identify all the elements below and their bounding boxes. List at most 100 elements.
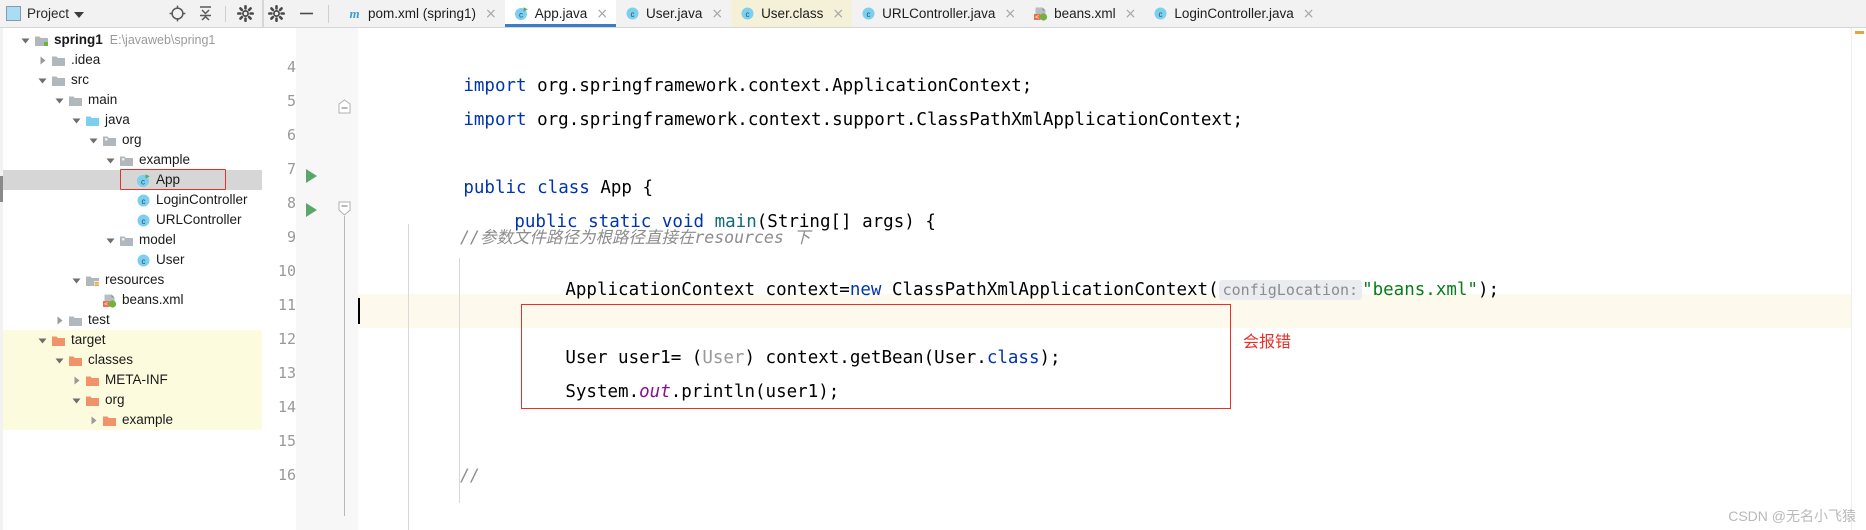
tab-urlcontroller-java[interactable]: c URLController.java × — [852, 0, 1024, 27]
chevron-down-icon[interactable] — [105, 235, 116, 246]
top-bar: Project m pom.xml (spring1) × c App.java… — [0, 0, 1866, 28]
chevron-down-icon[interactable] — [105, 155, 116, 166]
tree-node-model[interactable]: model — [3, 230, 262, 250]
project-tree[interactable]: spring1 E:\javaweb\spring1 .idea src main jav… — [0, 28, 262, 530]
code-text: org.springframework.context.ApplicationC… — [526, 75, 1033, 96]
orange-folder-icon — [52, 336, 65, 346]
close-icon[interactable]: × — [711, 7, 723, 21]
tab-beans-xml[interactable]: < beans.xml × — [1024, 0, 1144, 27]
tab-label: User.class — [761, 6, 824, 21]
tree-node-label: test — [88, 312, 110, 328]
tree-node-src[interactable]: src — [3, 70, 262, 90]
resource-folder-icon — [86, 276, 100, 286]
tree-node--idea[interactable]: .idea — [3, 50, 262, 70]
close-icon[interactable]: × — [1125, 7, 1137, 21]
svg-text:c: c — [631, 10, 635, 19]
chevron-down-icon[interactable] — [74, 11, 85, 18]
chevron-right-icon[interactable] — [37, 55, 48, 66]
close-icon[interactable]: × — [596, 7, 608, 21]
chevron-down-icon[interactable] — [20, 35, 31, 46]
tree-node-java[interactable]: java — [3, 110, 262, 130]
settings-gear-icon[interactable] — [268, 5, 285, 22]
project-toolbar-actions — [169, 5, 262, 22]
tab-logincontroller-java[interactable]: c LoginController.java × — [1144, 0, 1322, 27]
tree-node-example[interactable]: example — [3, 410, 262, 430]
code-content[interactable]: import org.springframework.context.Appli… — [358, 28, 1851, 530]
locate-target-icon[interactable] — [169, 5, 186, 22]
tree-node-label: main — [88, 92, 118, 108]
settings-gear-icon[interactable] — [237, 5, 254, 22]
chevron-down-icon[interactable] — [71, 275, 82, 286]
folder-icon — [69, 316, 82, 326]
line-number: 7 — [286, 160, 296, 178]
tab-user-java[interactable]: c User.java × — [616, 0, 731, 27]
twisty-empty — [88, 295, 99, 306]
minimize-icon[interactable] — [298, 5, 315, 22]
tab-label: App.java — [534, 6, 588, 21]
tree-node-example[interactable]: example — [3, 150, 262, 170]
close-icon[interactable]: × — [485, 7, 497, 21]
close-icon[interactable]: × — [832, 7, 844, 21]
editor-gutter[interactable]: 4 5 6 7 8 9 10 11 12 13 14 15 16 — [262, 28, 358, 530]
tab-label: URLController.java — [882, 6, 996, 21]
tree-node-app[interactable]: c App — [3, 170, 262, 190]
close-icon[interactable]: × — [1303, 7, 1315, 21]
line-number: 12 — [277, 330, 296, 348]
run-method-icon[interactable] — [306, 203, 317, 217]
code-field: out — [639, 381, 671, 402]
chevron-down-icon[interactable] — [88, 135, 99, 146]
code-text: org.springframework.context.support.Clas… — [526, 109, 1244, 130]
tree-node-user[interactable]: c User — [3, 250, 262, 270]
orange-folder-icon — [86, 396, 99, 406]
chevron-right-icon[interactable] — [88, 415, 99, 426]
tree-node-org[interactable]: org — [3, 130, 262, 150]
toolbar-divider — [225, 5, 226, 22]
tree-node-beans-xml[interactable]: < beans.xml — [3, 290, 262, 310]
chevron-down-icon[interactable] — [37, 335, 48, 346]
tree-node-target[interactable]: target — [3, 330, 262, 350]
tree-node-org[interactable]: org — [3, 390, 262, 410]
tree-node-urlcontroller[interactable]: c URLController — [3, 210, 262, 230]
code-cast-type: User — [702, 347, 745, 368]
folder-icon — [69, 96, 82, 106]
chevron-down-icon[interactable] — [54, 355, 65, 366]
tree-node-label: org — [105, 392, 125, 408]
project-square-icon — [6, 6, 21, 21]
tree-node-spring1[interactable]: spring1 E:\javaweb\spring1 — [3, 30, 262, 50]
run-class-icon[interactable] — [306, 169, 317, 183]
editor-scroll-strip[interactable] — [1851, 28, 1866, 530]
scroll-marker-warning[interactable] — [1855, 31, 1864, 34]
chevron-down-icon[interactable] — [37, 75, 48, 86]
fold-region-line — [344, 216, 345, 516]
code-text: System. — [565, 381, 640, 402]
tab-pom-xml[interactable]: m pom.xml (spring1) × — [338, 0, 505, 27]
tree-node-label: org — [122, 132, 142, 148]
code-text: ApplicationContext context= — [565, 279, 850, 300]
svg-text:m: m — [349, 6, 359, 21]
tree-node-resources[interactable]: resources — [3, 270, 262, 290]
chevron-right-icon[interactable] — [71, 375, 82, 386]
close-icon[interactable]: × — [1004, 7, 1016, 21]
project-panel-title[interactable]: Project — [27, 6, 69, 21]
tree-node-main[interactable]: main — [3, 90, 262, 110]
tree-node-meta-inf[interactable]: META-INF — [3, 370, 262, 390]
collapse-all-icon[interactable] — [197, 5, 214, 22]
chevron-down-icon[interactable] — [71, 115, 82, 126]
tree-node-classes[interactable]: classes — [3, 350, 262, 370]
code-editor[interactable]: 4 5 6 7 8 9 10 11 12 13 14 15 16 import org.springfr… — [262, 28, 1866, 530]
tree-node-logincontroller[interactable]: c LoginController — [3, 190, 262, 210]
chevron-right-icon[interactable] — [54, 315, 65, 326]
maven-m-icon: m — [349, 6, 359, 21]
chevron-down-icon[interactable] — [71, 395, 82, 406]
tab-user-class[interactable]: c User.class × — [731, 0, 853, 27]
fold-method-icon[interactable] — [338, 201, 351, 216]
tree-node-label: LoginController — [156, 192, 248, 208]
chevron-down-icon[interactable] — [54, 95, 65, 106]
tab-app-java[interactable]: c App.java × — [504, 0, 617, 27]
tree-node-label: target — [71, 332, 106, 348]
line-number: 16 — [277, 466, 296, 484]
line-number: 9 — [286, 228, 296, 246]
fold-imports-icon[interactable] — [338, 99, 351, 114]
code-keyword: public — [463, 177, 527, 198]
tree-node-test[interactable]: test — [3, 310, 262, 330]
